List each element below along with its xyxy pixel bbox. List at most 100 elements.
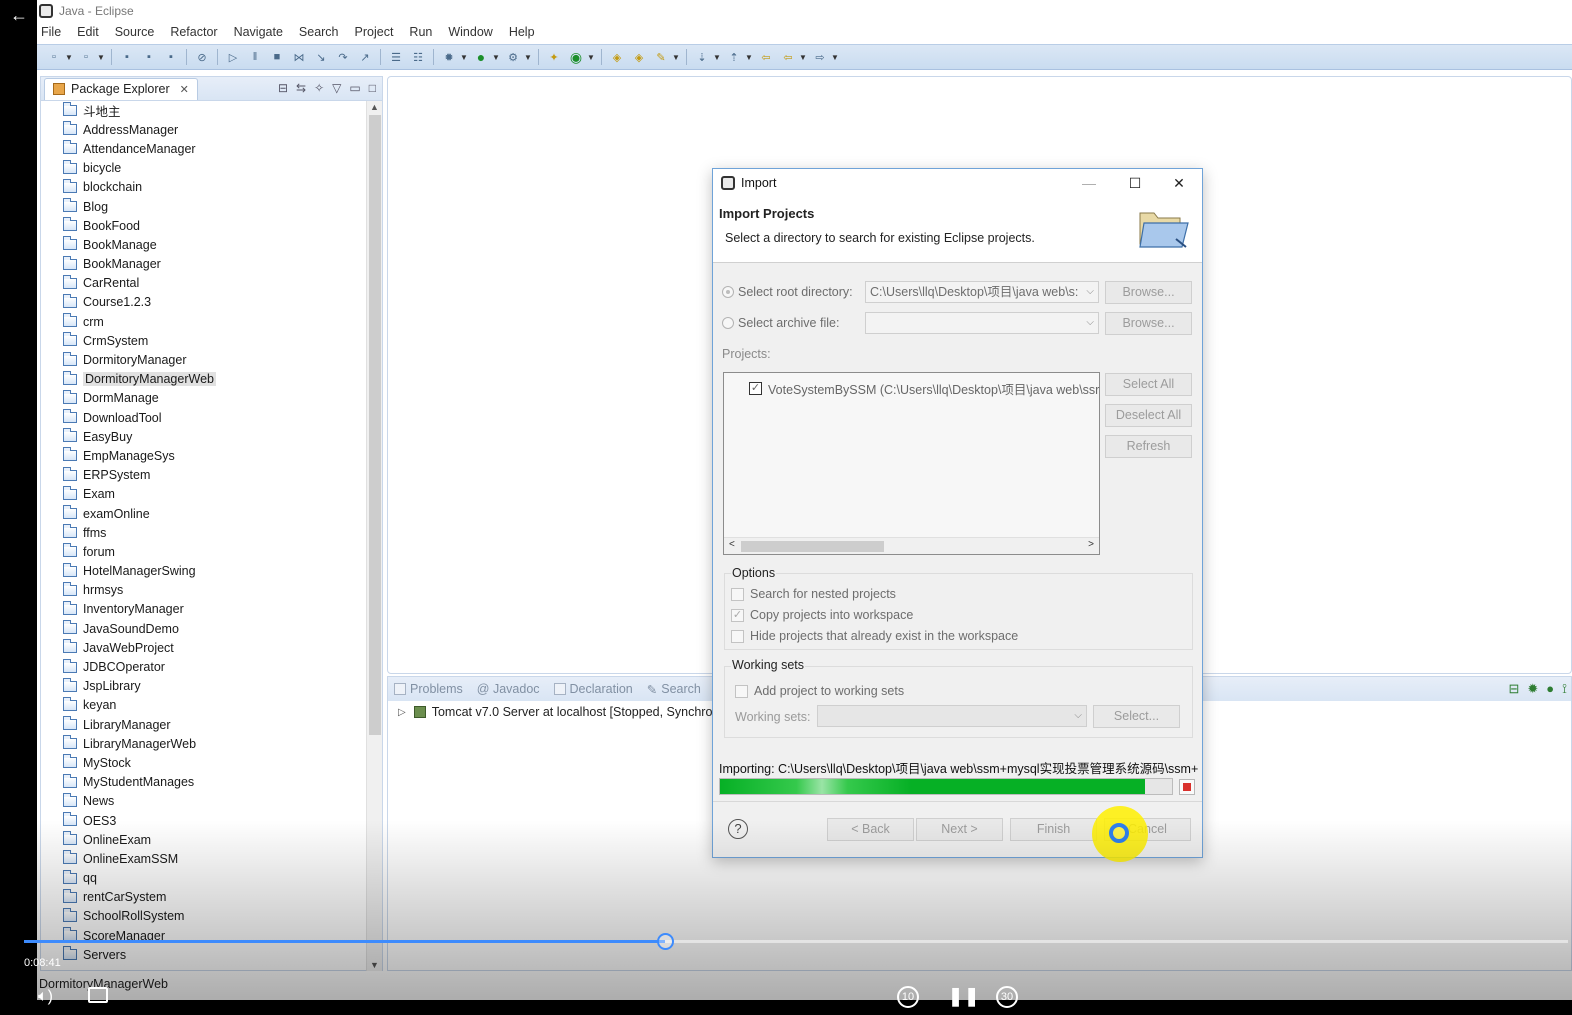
root-directory-option[interactable]: Select root directory: — [722, 285, 853, 299]
tree-item[interactable]: EmpManageSys — [41, 446, 367, 465]
chevron-down-icon[interactable]: ⌵ — [1086, 282, 1094, 302]
last-edit-icon[interactable]: ⇦ — [758, 49, 774, 65]
toggle-view-icon[interactable]: ☰ — [388, 49, 404, 65]
toggle-mark-icon[interactable]: ☷ — [410, 49, 426, 65]
close-icon[interactable]: ✕ — [1164, 172, 1194, 194]
radio-root-directory[interactable] — [722, 286, 734, 298]
chevron-down-icon[interactable]: ▼ — [713, 49, 721, 65]
tree-item[interactable]: 斗地主 — [41, 101, 367, 120]
tab-declaration[interactable]: Declaration — [553, 682, 633, 696]
tree-item[interactable]: examOnline — [41, 504, 367, 523]
tree-item[interactable]: EasyBuy — [41, 427, 367, 446]
list-item[interactable]: ✓ VoteSystemBySSM (C:\Users\llq\Desktop\… — [749, 379, 1099, 398]
tree-item[interactable]: crm — [41, 312, 367, 331]
chevron-down-icon[interactable]: ▼ — [831, 49, 839, 65]
external-tools-icon[interactable]: ⚙ — [505, 49, 521, 65]
tree-item[interactable]: BookFood — [41, 216, 367, 235]
menu-run[interactable]: Run — [401, 25, 440, 39]
back-arrow-icon[interactable]: ← — [10, 5, 32, 27]
deselect-all-button[interactable]: Deselect All — [1105, 404, 1192, 427]
tree-item[interactable]: Course1.2.3 — [41, 293, 367, 312]
new-package-icon[interactable]: ▫ — [78, 49, 94, 65]
start-server-icon[interactable]: ● — [1546, 681, 1554, 697]
tree-item[interactable]: JspLibrary — [41, 677, 367, 696]
save-icon[interactable]: ▪ — [119, 49, 135, 65]
print-icon[interactable]: ▪ — [163, 49, 179, 65]
scroll-up-icon[interactable]: ▲ — [370, 102, 379, 112]
tree-item[interactable]: JDBCOperator — [41, 657, 367, 676]
tab-javadoc[interactable]: @ Javadoc — [477, 682, 540, 696]
tree-item[interactable]: CrmSystem — [41, 331, 367, 350]
rewind-icon[interactable]: 10 — [897, 986, 921, 1008]
new-class-icon[interactable]: ◉ — [568, 49, 584, 65]
browse-root-button[interactable]: Browse... — [1105, 281, 1192, 304]
captions-icon[interactable] — [88, 987, 108, 1003]
add-working-sets-checkbox[interactable] — [735, 684, 748, 698]
step-over-icon[interactable]: ↷ — [335, 49, 351, 65]
copy-checkbox[interactable]: ✓ — [731, 608, 744, 622]
chevron-down-icon[interactable]: ▼ — [745, 49, 753, 65]
menu-window[interactable]: Window — [440, 25, 500, 39]
maximize-icon[interactable]: ☐ — [1120, 172, 1150, 194]
tree-item[interactable]: keyan — [41, 696, 367, 715]
tab-problems[interactable]: Problems — [394, 682, 463, 696]
back-icon[interactable]: ⇦ — [780, 49, 796, 65]
tree-item[interactable]: OnlineExamSSM — [41, 849, 367, 868]
tree-item[interactable]: SchoolRollSystem — [41, 907, 367, 926]
link-with-editor-icon[interactable]: ⇆ — [296, 81, 306, 95]
refresh-button[interactable]: Refresh — [1105, 435, 1192, 458]
forward-icon[interactable]: ⇨ — [812, 49, 828, 65]
tree-item[interactable]: CarRental — [41, 274, 367, 293]
tree-item[interactable]: JavaSoundDemo — [41, 619, 367, 638]
tree-item[interactable]: hrmsys — [41, 581, 367, 600]
chevron-right-icon[interactable]: ▷ — [398, 707, 406, 718]
tree-item[interactable]: Blog — [41, 197, 367, 216]
chevron-down-icon[interactable]: ▼ — [460, 49, 468, 65]
root-directory-combo[interactable]: C:\Users\llq\Desktop\项目\java web\s: ⌵ — [865, 281, 1099, 303]
collapse-icon[interactable]: ⊟ — [1508, 681, 1519, 697]
menu-file[interactable]: File — [37, 25, 69, 39]
tree-item[interactable]: JavaWebProject — [41, 638, 367, 657]
tree-item[interactable]: BookManage — [41, 235, 367, 254]
terminate-icon[interactable]: ■ — [269, 49, 285, 65]
tab-package-explorer[interactable]: Package Explorer ✕ — [44, 77, 198, 100]
chevron-down-icon[interactable]: ⌵ — [1086, 313, 1094, 333]
disconnect-icon[interactable]: ⋈ — [291, 49, 307, 65]
chevron-down-icon[interactable]: ▼ — [524, 49, 532, 65]
option-hide[interactable]: Hide projects that already exist in the … — [731, 629, 1018, 643]
tab-search[interactable]: ✎ Search — [647, 682, 701, 697]
suspend-icon[interactable]: ‖ — [247, 49, 263, 65]
scroll-thumb[interactable] — [369, 115, 381, 735]
select-working-sets-button[interactable]: Select... — [1093, 705, 1180, 728]
tree-item[interactable]: bicycle — [41, 159, 367, 178]
nested-checkbox[interactable] — [731, 587, 744, 601]
video-progress-track[interactable] — [24, 933, 1568, 950]
profile-server-icon[interactable]: ⟟ — [1562, 681, 1567, 697]
tree-item[interactable]: qq — [41, 869, 367, 888]
previous-annotation-icon[interactable]: ⇡ — [726, 49, 742, 65]
projects-list[interactable]: ✓ VoteSystemBySSM (C:\Users\llq\Desktop\… — [723, 372, 1100, 555]
open-task-icon[interactable]: ◈ — [631, 49, 647, 65]
volume-icon[interactable]: 🔈︎) — [38, 988, 53, 1006]
menu-refactor[interactable]: Refactor — [162, 25, 225, 39]
debug-server-icon[interactable]: ✹ — [1527, 681, 1538, 697]
new-java-project-icon[interactable]: ✦ — [546, 49, 562, 65]
finish-button[interactable]: Finish — [1010, 818, 1097, 841]
skip-breakpoints-icon[interactable]: ⊘ — [194, 49, 210, 65]
menu-project[interactable]: Project — [347, 25, 402, 39]
video-progress-knob[interactable] — [656, 933, 674, 950]
tree-item[interactable]: LibraryManagerWeb — [41, 734, 367, 753]
minimize-icon[interactable]: — — [1074, 172, 1104, 194]
tree-item[interactable]: MyStock — [41, 753, 367, 772]
open-type-icon[interactable]: ◈ — [609, 49, 625, 65]
chevron-down-icon[interactable]: ▼ — [97, 49, 105, 65]
step-into-icon[interactable]: ↘ — [313, 49, 329, 65]
maximize-icon[interactable]: □ — [369, 81, 376, 95]
collapse-all-icon[interactable]: ⊟ — [278, 81, 288, 95]
minimize-icon[interactable]: ▭ — [349, 81, 360, 95]
tree-item[interactable]: HotelManagerSwing — [41, 562, 367, 581]
chevron-down-icon[interactable]: ▼ — [672, 49, 680, 65]
tree-item[interactable]: DormitoryManager — [41, 350, 367, 369]
archive-file-option[interactable]: Select archive file: — [722, 316, 839, 330]
tree-item[interactable]: ffms — [41, 523, 367, 542]
